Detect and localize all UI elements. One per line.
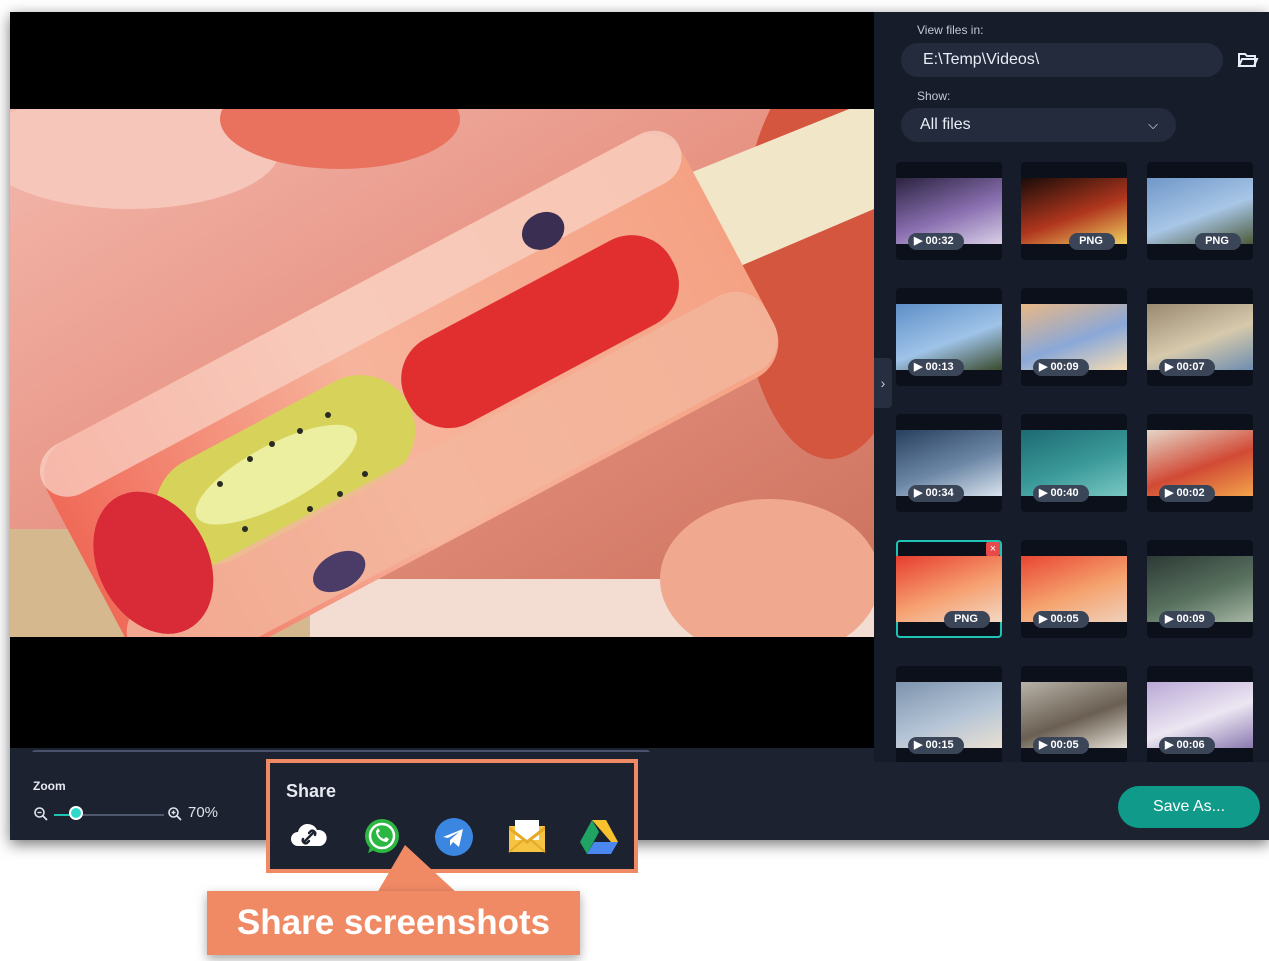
dropdown-value: All files — [920, 116, 971, 133]
video-thumbnail[interactable]: ▶ 00:13 — [896, 288, 1002, 386]
collapse-panel-button[interactable]: › — [874, 358, 892, 408]
delete-icon[interactable]: × — [986, 542, 1000, 556]
video-thumbnail[interactable]: ▶ 00:32 — [896, 162, 1002, 260]
duration-badge: ▶ 00:32 — [908, 233, 964, 250]
chevron-down-icon: ⌵ — [1148, 117, 1158, 132]
save-as-button[interactable]: Save As... — [1118, 786, 1260, 828]
duration-badge: ▶ 00:09 — [1159, 611, 1215, 628]
duration-badge: ▶ 00:09 — [1033, 359, 1089, 376]
bottom-toolbar: Zoom 70% Save As... — [10, 762, 1269, 840]
view-files-label: View files in: — [917, 23, 984, 37]
image-thumbnail[interactable]: PNG — [1021, 162, 1127, 260]
zoom-label: Zoom — [33, 779, 66, 793]
zoom-value: 70% — [188, 804, 219, 821]
duration-badge: ▶ 00:34 — [908, 485, 964, 502]
video-thumbnail[interactable]: ▶ 00:07 — [1147, 288, 1253, 386]
screenshot-editor-window: View files in: E:\Temp\Videos\ Show: All… — [10, 12, 1269, 840]
share-label: Share — [286, 781, 337, 801]
show-label: Show: — [917, 89, 951, 103]
horizontal-scrollbar[interactable] — [10, 748, 874, 752]
callout-pointer — [377, 845, 457, 893]
video-thumbnail[interactable]: ▶ 00:05 — [1021, 540, 1127, 638]
google-drive-icon[interactable] — [578, 816, 620, 858]
file-type-dropdown[interactable]: All files ⌵ — [901, 108, 1176, 142]
image-thumbnail[interactable]: PNG × — [896, 540, 1002, 638]
image-thumbnail[interactable]: PNG — [1147, 162, 1253, 260]
duration-badge: ▶ 00:40 — [1033, 485, 1089, 502]
file-type-badge: PNG — [1069, 233, 1115, 250]
video-thumbnail[interactable]: ▶ 00:09 — [1147, 540, 1253, 638]
file-type-badge: PNG — [1195, 233, 1241, 250]
duration-badge: ▶ 00:05 — [1033, 737, 1089, 754]
video-thumbnail[interactable]: ▶ 00:05 — [1021, 666, 1127, 762]
file-type-badge: PNG — [944, 611, 990, 628]
folder-path-field[interactable]: E:\Temp\Videos\ — [901, 43, 1223, 77]
scrollbar-thumb[interactable] — [32, 750, 650, 752]
zoom-in-icon[interactable] — [167, 806, 183, 822]
duration-badge: ▶ 00:15 — [908, 737, 964, 754]
video-thumbnail[interactable]: ▶ 00:15 — [896, 666, 1002, 762]
duration-badge: ▶ 00:06 — [1159, 737, 1215, 754]
zoom-slider-handle[interactable] — [69, 806, 83, 820]
duration-badge: ▶ 00:02 — [1159, 485, 1215, 502]
duration-badge: ▶ 00:13 — [908, 359, 964, 376]
duration-badge: ▶ 00:05 — [1033, 611, 1089, 628]
folder-open-icon[interactable] — [1237, 50, 1259, 70]
screenshot-image — [10, 109, 874, 637]
video-thumbnail[interactable]: ▶ 00:09 — [1021, 288, 1127, 386]
video-thumbnail[interactable]: ▶ 00:40 — [1021, 414, 1127, 512]
email-icon[interactable] — [506, 816, 548, 858]
video-thumbnail[interactable]: ▶ 00:34 — [896, 414, 1002, 512]
cloud-link-icon[interactable] — [288, 816, 330, 858]
share-screenshots-callout: Share screenshots — [207, 891, 580, 955]
screenshot-preview — [10, 12, 874, 752]
duration-badge: ▶ 00:07 — [1159, 359, 1215, 376]
video-thumbnail[interactable]: ▶ 00:06 — [1147, 666, 1253, 762]
video-thumbnail[interactable]: ▶ 00:02 — [1147, 414, 1253, 512]
zoom-out-icon[interactable] — [33, 806, 49, 822]
file-browser-panel: View files in: E:\Temp\Videos\ Show: All… — [874, 12, 1269, 762]
